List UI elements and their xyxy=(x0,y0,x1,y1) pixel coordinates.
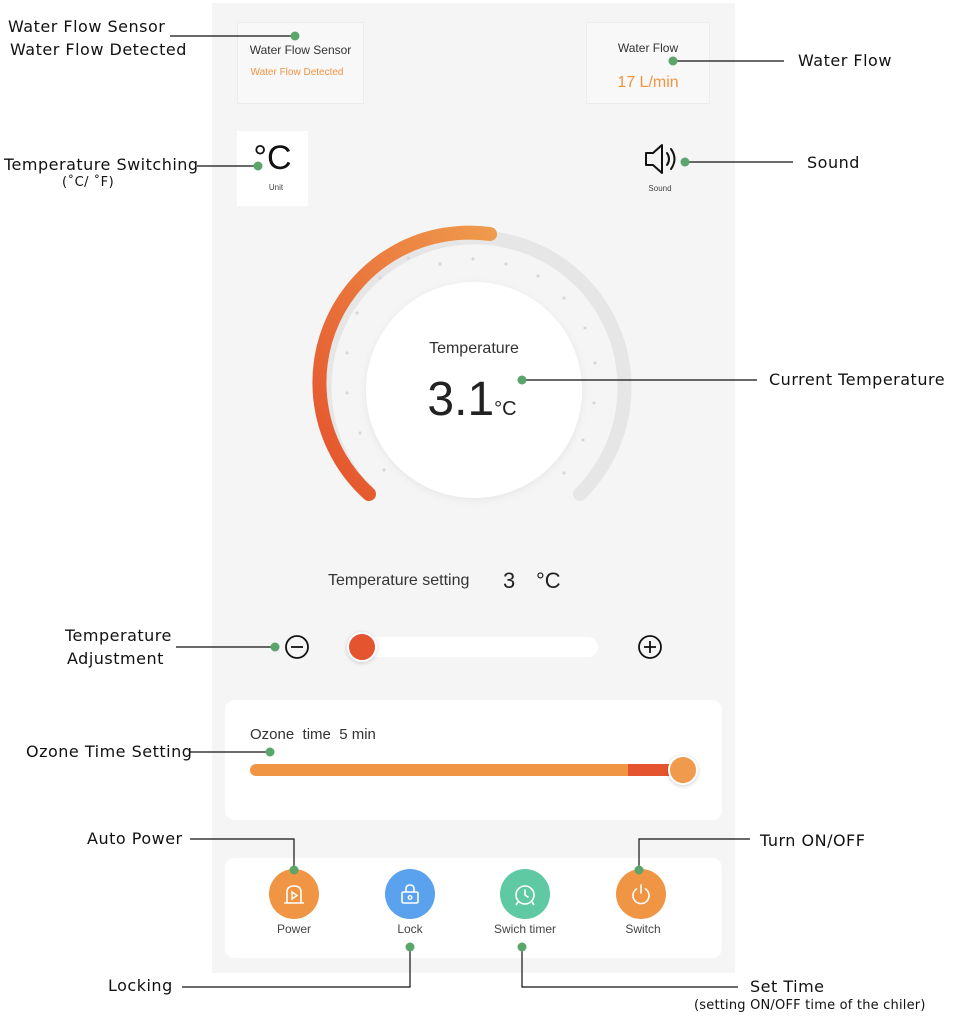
annotation-temperature-switching: Temperature Switching xyxy=(4,155,199,174)
annotation-locking: Locking xyxy=(108,976,173,995)
annotation-ozone-time-setting: Ozone Time Setting xyxy=(26,742,193,761)
annotation-current-temperature: Current Temperature xyxy=(769,370,946,389)
annotation-temperature-adjustment-1: Temperature xyxy=(65,626,172,645)
annotation-temperature-adjustment-2: Adjustment xyxy=(67,649,164,668)
annotation-sound: Sound xyxy=(807,153,860,172)
annotation-water-flow-sensor: Water Flow Sensor xyxy=(8,17,166,36)
annotation-set-time: Set Time xyxy=(750,977,825,996)
annotation-water-flow-detected: Water Flow Detected xyxy=(10,40,187,59)
annotation-set-time-note: (setting ON/OFF time of the chiler) xyxy=(694,998,926,1013)
annotation-turn-on-off: Turn ON/OFF xyxy=(760,831,866,850)
annotation-temperature-switching-units: (˚C/ ˚F) xyxy=(62,175,115,190)
annotation-water-flow: Water Flow xyxy=(798,51,892,70)
annotation-auto-power: Auto Power xyxy=(87,829,183,848)
